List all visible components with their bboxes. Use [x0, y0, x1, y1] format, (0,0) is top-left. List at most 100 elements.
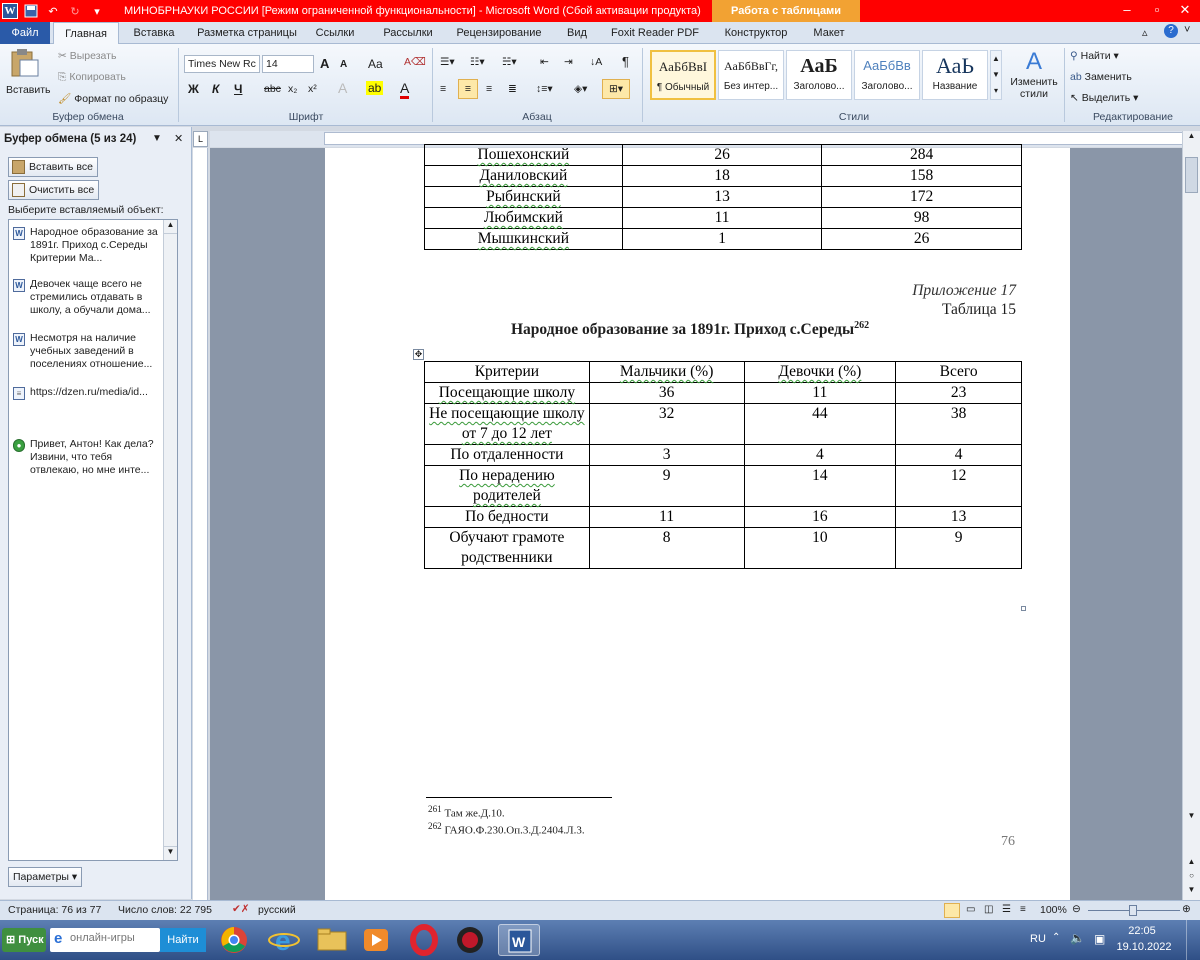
table-cell[interactable]: 26 — [621, 144, 823, 166]
table-cell[interactable]: 98 — [821, 207, 1022, 229]
document-page[interactable]: Пошехонский 26 284 Даниловский 18 158 Рыбински… — [325, 144, 1070, 900]
style-title[interactable]: АаЬ Название — [922, 50, 988, 100]
browse-object-icon[interactable]: ▲ ○ ▼ — [1185, 855, 1198, 897]
scroll-up-icon[interactable]: ▲ — [1183, 131, 1200, 147]
table-cell[interactable]: 158 — [821, 165, 1022, 187]
search-button[interactable]: Найти — [160, 928, 206, 952]
table-cell[interactable]: 1 — [621, 228, 823, 250]
multilevel-list-icon[interactable]: ☵▾ — [502, 56, 517, 68]
scroll-thumb[interactable] — [1185, 157, 1198, 193]
clock-date[interactable]: 19.10.2022 — [1116, 941, 1172, 953]
print-layout-icon[interactable] — [944, 903, 960, 918]
clipboard-item[interactable]: ● Привет, Антон! Как дела? Извини, что те… — [13, 438, 161, 477]
table-cell[interactable]: 11 — [621, 207, 823, 229]
align-left-icon[interactable]: ≡ — [440, 83, 446, 95]
table-cell[interactable]: Не посещающие школу от 7 до 12 лет — [424, 403, 590, 445]
highlight-icon[interactable]: ab — [366, 81, 384, 95]
table-cell[interactable]: 18 — [621, 165, 823, 187]
clear-all-button[interactable]: Очистить все — [8, 180, 100, 200]
reading-view-icon[interactable]: ▭ — [966, 904, 975, 915]
table-cell[interactable]: По отдаленности — [424, 444, 590, 466]
volume-icon[interactable]: 🔈 — [1070, 931, 1085, 945]
table-header-cell[interactable]: Критерии — [424, 361, 590, 383]
vertical-ruler[interactable] — [193, 148, 208, 900]
pane-scrollbar[interactable]: ▲ ▼ — [163, 220, 177, 860]
change-styles-button[interactable]: A Изменить стили — [1010, 48, 1058, 100]
borders-icon[interactable]: ⊞▾ — [602, 79, 630, 99]
scroll-down-icon[interactable]: ▼ — [164, 846, 177, 860]
replace-button[interactable]: ab Заменить — [1070, 71, 1132, 83]
table-cell[interactable]: По бедности — [424, 506, 590, 528]
table-cell[interactable]: 11 — [743, 382, 897, 404]
tab-mailings[interactable]: Рассылки — [378, 22, 438, 44]
grow-font-button[interactable]: A — [320, 56, 329, 71]
table-cell[interactable]: 13 — [895, 506, 1022, 528]
clipboard-item[interactable]: ≡ https://dzen.ru/media/id... — [13, 386, 161, 400]
start-button[interactable]: ⊞ Пуск — [2, 928, 46, 952]
align-right-icon[interactable]: ≡ — [486, 83, 492, 95]
align-center-icon[interactable]: ≡ — [458, 79, 478, 99]
table-cell[interactable]: 38 — [895, 403, 1022, 445]
tab-view[interactable]: Вид — [560, 22, 594, 44]
file-explorer-icon[interactable] — [312, 924, 352, 956]
format-painter-button[interactable]: 🖌 Формат по образцу — [58, 92, 168, 105]
word-count[interactable]: Число слов: 22 795 — [118, 904, 212, 916]
tab-review[interactable]: Рецензирование — [452, 22, 546, 44]
table-cell[interactable]: 9 — [895, 527, 1022, 569]
table-cell[interactable]: 172 — [821, 186, 1022, 208]
line-spacing-icon[interactable]: ↕≡▾ — [536, 83, 553, 95]
search-input[interactable] — [70, 932, 156, 944]
table-cell[interactable]: 4 — [895, 444, 1022, 466]
table-cell[interactable]: 13 — [621, 186, 823, 208]
tab-selector-icon[interactable]: L — [193, 131, 208, 147]
media-player-icon[interactable] — [356, 924, 396, 956]
style-no-spacing[interactable]: АаБбВвГг, Без интер... — [718, 50, 784, 100]
table-header-cell[interactable]: Мальчики (%) — [588, 361, 745, 383]
draft-view-icon[interactable]: ≡ — [1020, 904, 1026, 915]
pane-close-icon[interactable]: ✕ — [174, 132, 183, 145]
decrease-indent-icon[interactable]: ⇤ — [540, 56, 549, 68]
bold-button[interactable]: Ж — [188, 82, 199, 96]
tab-foxit[interactable]: Foxit Reader PDF — [606, 22, 704, 44]
document-scrollbar[interactable]: ▲ ▼ ▲ ○ ▼ — [1182, 131, 1200, 900]
table-resize-handle[interactable] — [1021, 606, 1026, 611]
customize-icon[interactable]: ▾ — [88, 2, 106, 20]
copy-button[interactable]: ⎘ Копировать — [58, 71, 126, 84]
style-heading-1[interactable]: АаБ Заголово... — [786, 50, 852, 100]
tab-references[interactable]: Ссылки — [312, 22, 358, 44]
table-cell[interactable]: 284 — [821, 144, 1022, 166]
undo-icon[interactable]: ↶ — [44, 2, 62, 20]
increase-indent-icon[interactable]: ⇥ — [564, 56, 573, 68]
text-effects-icon[interactable]: A — [338, 80, 347, 96]
table-cell[interactable]: 4 — [743, 444, 897, 466]
strikethrough-button[interactable]: abc — [264, 83, 281, 95]
minimize-ribbon-icon[interactable]: ▵ — [1142, 26, 1148, 39]
close-icon[interactable]: ✕ — [1170, 0, 1200, 20]
shading-icon[interactable]: ◈▾ — [574, 83, 587, 95]
table-cell[interactable]: 36 — [588, 382, 745, 404]
tab-file[interactable]: Файл — [0, 22, 50, 44]
redo-icon[interactable]: ↻ — [66, 2, 84, 20]
font-name-combo[interactable]: Times New Rc — [184, 55, 260, 73]
word-icon[interactable]: W — [2, 3, 18, 19]
table-cell[interactable]: 11 — [588, 506, 745, 528]
options-button[interactable]: Параметры ▾ — [8, 867, 83, 887]
maximize-icon[interactable]: ▫ — [1142, 0, 1172, 20]
scroll-up-icon[interactable]: ▲ — [164, 220, 177, 234]
proofing-icon[interactable]: ✔✗ — [232, 903, 250, 915]
scroll-down-icon[interactable]: ▼ — [1185, 811, 1198, 825]
opera-icon[interactable] — [404, 924, 444, 956]
clipboard-item[interactable]: W Девочек чаще всего не стремились отдава… — [13, 278, 161, 317]
tab-design[interactable]: Конструктор — [718, 22, 794, 44]
italic-button[interactable]: К — [212, 82, 219, 96]
table-cell[interactable]: 44 — [743, 403, 897, 445]
table-cell[interactable]: Рыбинский — [424, 186, 623, 208]
sort-icon[interactable]: ↓A — [590, 56, 602, 68]
ribbon-chevron-icon[interactable]: ˅ — [1184, 24, 1190, 36]
help-icon[interactable]: ? — [1164, 24, 1178, 38]
style-normal[interactable]: АаБбВвI ¶ Обычный — [650, 50, 716, 100]
select-button[interactable]: ↖ Выделить ▾ — [1070, 92, 1138, 104]
tab-layout[interactable]: Макет — [806, 22, 852, 44]
table-cell[interactable]: 9 — [588, 465, 745, 507]
clock-time[interactable]: 22:05 — [1122, 925, 1162, 937]
